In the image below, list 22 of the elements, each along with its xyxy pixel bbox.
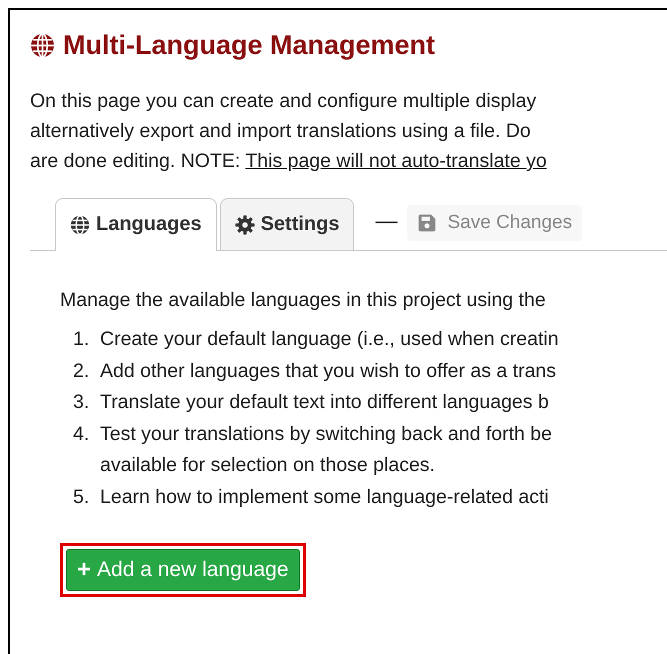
separator-dash: — [375,208,398,234]
step-text: Test your translations by switching back and forth be [100,422,552,446]
step-text: Learn how to implement some language-related acti [100,484,549,510]
intro-text: On this page you can create and configure multiple display [30,89,538,114]
step-text: available for selection on those places. [100,453,436,478]
step-number: 4. [73,422,90,446]
step-text: Create your default language (i.e., used when creatin [100,327,559,352]
step-text: Translate your default text into different languages b [100,390,549,415]
note-link[interactable]: This page will not auto-translate yo [245,150,547,172]
globe-icon [30,33,55,58]
tab[interactable]: Settings [220,198,354,250]
intro-text: alternatively export and import translations using a file. Do [30,119,532,144]
step-number: 2. [73,358,90,384]
step-number: 3. [73,390,90,415]
tab[interactable]: Languages [55,198,217,251]
page-title: Multi-Language Management [63,30,436,61]
step-text: Add other languages that you wish to offer as a trans [100,358,556,384]
intro-text: are done editing. NOTE: This page will not auto-translate yo [30,149,548,174]
step-number: 5. [73,484,90,510]
step-number: 1. [73,327,90,352]
globe-icon [70,214,90,234]
description-text: Manage the available languages in this project using the [60,289,547,312]
